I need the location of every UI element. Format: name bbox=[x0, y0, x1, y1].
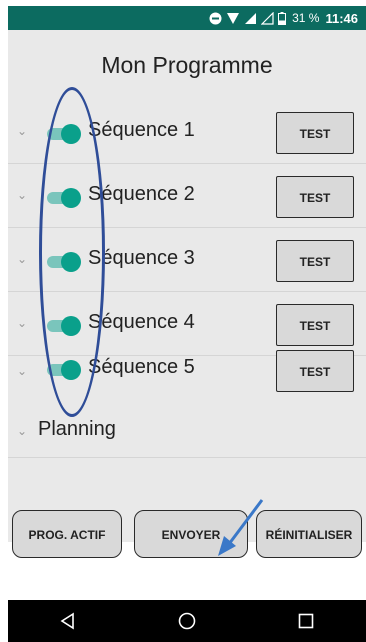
signal-empty-icon bbox=[261, 11, 274, 25]
test-button[interactable]: TEST bbox=[276, 176, 354, 218]
sequence-4-toggle[interactable] bbox=[47, 316, 81, 336]
sequence-1-toggle[interactable] bbox=[47, 124, 81, 144]
prog-actif-button[interactable]: PROG. ACTIF bbox=[12, 510, 122, 558]
envoyer-button[interactable]: ENVOYER bbox=[134, 510, 248, 558]
test-button[interactable]: TEST bbox=[276, 240, 354, 282]
battery-percent: 31 % bbox=[292, 11, 320, 25]
toggle-thumb bbox=[61, 124, 81, 144]
sequence-5-toggle[interactable] bbox=[47, 360, 81, 380]
sequence-3-toggle[interactable] bbox=[47, 252, 81, 272]
status-bar: 31 % 11:46 bbox=[8, 6, 366, 30]
recents-icon[interactable] bbox=[296, 611, 316, 631]
chevron-down-icon[interactable]: ⌄ bbox=[17, 317, 27, 329]
sequence-row-1[interactable]: ⌄ Séquence 1 TEST bbox=[8, 100, 366, 164]
chevron-down-icon[interactable]: ⌄ bbox=[17, 189, 27, 201]
page-title: Mon Programme bbox=[101, 52, 273, 78]
back-icon[interactable] bbox=[58, 611, 78, 631]
home-icon[interactable] bbox=[177, 611, 197, 631]
minus-circle-icon bbox=[209, 12, 222, 24]
chevron-down-icon[interactable]: ⌄ bbox=[17, 253, 27, 265]
battery-icon bbox=[278, 11, 287, 25]
sequence-2-toggle[interactable] bbox=[47, 188, 81, 208]
app-content: Mon Programme ⌄ Séquence 1 TEST ⌄ Séquen… bbox=[8, 30, 366, 558]
clock: 11:46 bbox=[325, 10, 358, 26]
sequence-label: Séquence 2 bbox=[88, 183, 195, 205]
sequence-row-3[interactable]: ⌄ Séquence 3 TEST bbox=[8, 228, 366, 292]
navigation-bar bbox=[8, 600, 366, 642]
sequence-label: Séquence 5 bbox=[88, 356, 195, 378]
sequence-label: Séquence 1 bbox=[88, 119, 195, 141]
sequence-label: Séquence 3 bbox=[88, 247, 195, 269]
planning-label: Planning bbox=[38, 418, 116, 440]
chevron-down-icon[interactable]: ⌄ bbox=[17, 425, 27, 437]
toggle-thumb bbox=[61, 316, 81, 336]
sequence-row-2[interactable]: ⌄ Séquence 2 TEST bbox=[8, 164, 366, 228]
test-button[interactable]: TEST bbox=[276, 304, 354, 346]
data-saver-icon bbox=[227, 12, 240, 24]
sequence-label: Séquence 4 bbox=[88, 311, 195, 333]
test-button[interactable]: TEST bbox=[276, 350, 354, 392]
action-bar: PROG. ACTIF ENVOYER RÉINITIALISER bbox=[8, 510, 366, 596]
planning-row[interactable]: ⌄ Planning bbox=[8, 402, 366, 458]
sequence-row-4[interactable]: ⌄ Séquence 4 TEST bbox=[8, 292, 366, 356]
signal-icon bbox=[245, 12, 257, 24]
toggle-thumb bbox=[61, 360, 81, 380]
reinitialiser-button[interactable]: RÉINITIALISER bbox=[256, 510, 362, 558]
chevron-down-icon[interactable]: ⌄ bbox=[17, 365, 27, 377]
chevron-down-icon[interactable]: ⌄ bbox=[17, 125, 27, 137]
sequence-row-5[interactable]: ⌄ Séquence 5 TEST bbox=[8, 350, 366, 402]
test-button[interactable]: TEST bbox=[276, 112, 354, 154]
toggle-thumb bbox=[61, 188, 81, 208]
toggle-thumb bbox=[61, 252, 81, 272]
status-icons bbox=[209, 11, 287, 25]
